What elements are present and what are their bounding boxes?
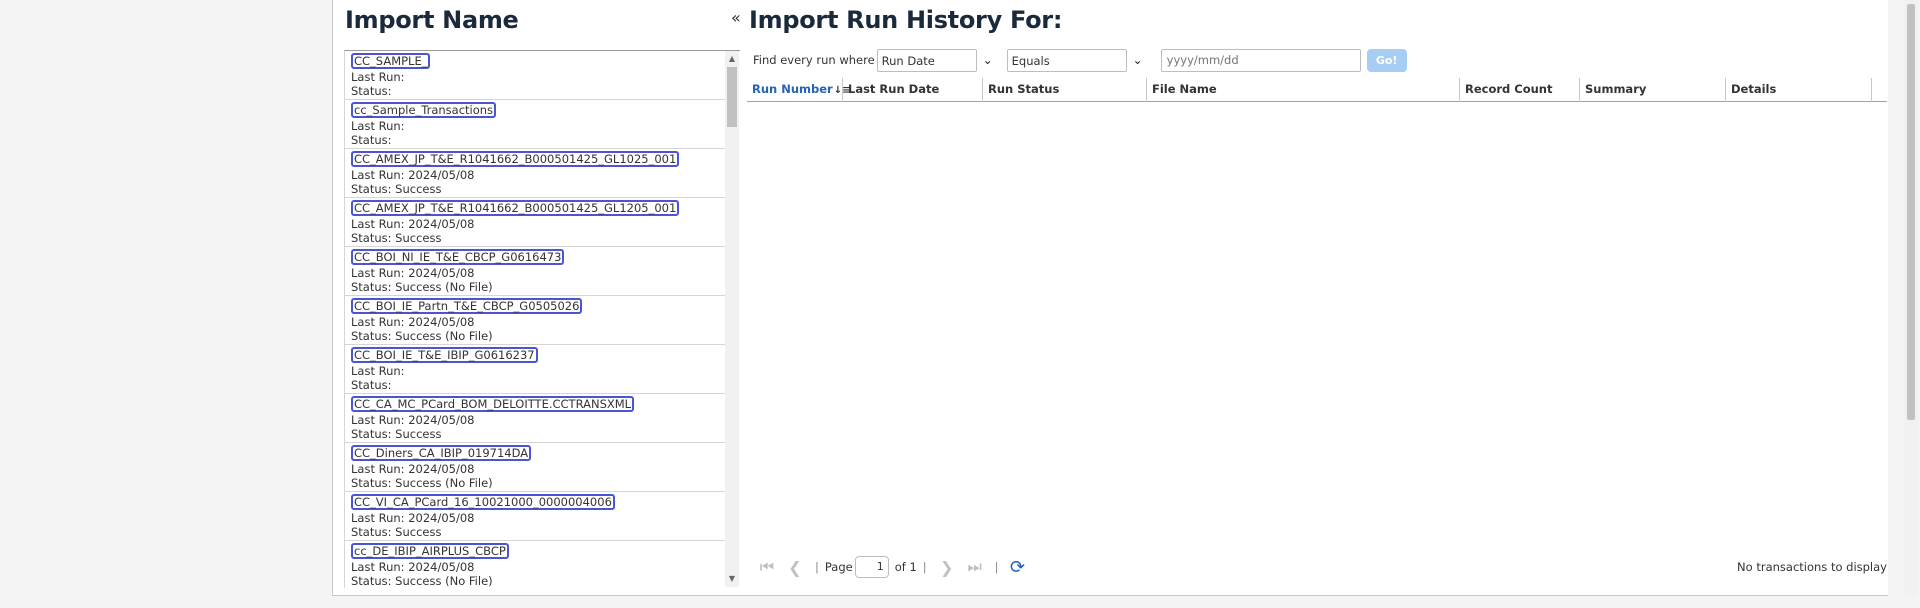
import-list-item[interactable]: CC_CA_MC_PCard_BOM_DELOITTE.CCTRANSXML La… — [345, 394, 725, 443]
import-name-title: Import Name — [345, 6, 519, 34]
scroll-thumb[interactable] — [727, 67, 737, 127]
import-name-link[interactable]: CC_AMEX_JP_T&E_R1041662_B000501425_GL102… — [351, 151, 680, 167]
import-list-item[interactable]: CC_AMEX_JP_T&E_R1041662_B000501425_GL120… — [345, 198, 725, 247]
import-list-item[interactable]: CC_VI_CA_PCard_16_10021000_0000004006 Las… — [345, 492, 725, 541]
col-summary[interactable]: Summary — [1580, 78, 1726, 102]
import-list-item[interactable]: CC_BOI_IE_T&E_IBIP_G0616237 Last Run: Stat… — [345, 345, 725, 394]
last-run-text: Last Run: — [351, 70, 405, 84]
last-run-text: Last Run: 2024/05/08 — [351, 560, 475, 574]
page-scrollbar[interactable] — [1904, 0, 1918, 596]
import-list-item[interactable]: CC_Diners_CA_IBIP_019714DA Last Run: 2024… — [345, 443, 725, 492]
date-input[interactable] — [1160, 48, 1361, 72]
last-run-text: Last Run: 2024/05/08 — [351, 511, 475, 525]
collapse-panel-icon[interactable]: « — [731, 8, 741, 27]
empty-grid-message: No transactions to display — [1737, 560, 1887, 574]
status-text: Status: Success (No File) — [351, 329, 493, 343]
last-run-text: Last Run: 2024/05/08 — [351, 413, 475, 427]
col-file-name[interactable]: File Name — [1147, 78, 1460, 102]
filter-operator-value: Equals — [1011, 53, 1050, 68]
last-run-text: Last Run: 2024/05/08 — [351, 168, 475, 182]
last-run-text: Last Run: 2024/05/08 — [351, 217, 475, 231]
page-scroll-thumb[interactable] — [1907, 4, 1915, 420]
previous-page-icon[interactable]: ❮ — [781, 558, 809, 577]
last-run-text: Last Run: 2024/05/08 — [351, 315, 475, 329]
grid-body — [747, 102, 1887, 542]
pager-divider: | — [815, 560, 819, 574]
filter-field-value: Run Date — [881, 53, 935, 68]
scroll-up-arrow-icon[interactable]: ▲ — [725, 53, 739, 65]
filter-bar: Find every run where Run Date ⌄ Equals ⌄… — [753, 48, 1407, 72]
status-text: Status: Success (No File) — [351, 574, 493, 588]
import-name-link[interactable]: CC_BOI_NI_IE_T&E_CBCP_G0616473 — [351, 249, 565, 265]
next-page-icon[interactable]: ❯ — [933, 558, 961, 577]
import-name-link[interactable]: CC_AMEX_JP_T&E_R1041662_B000501425_GL120… — [351, 200, 680, 216]
import-name-link[interactable]: CC_VI_CA_PCard_16_10021000_0000004006 — [351, 494, 615, 510]
last-page-icon[interactable]: ⏭ — [961, 557, 989, 577]
import-list-item[interactable]: CC_BOI_IE_Partn_T&E_CBCP_G0505026 Last Ru… — [345, 296, 725, 345]
status-text: Status: Success — [351, 182, 442, 196]
import-manager-window: Import Name « CC_SAMPLE_ Last Run: Status:… — [332, 0, 1888, 596]
import-list-item[interactable]: cc_Sample_Transactions Last Run: Status: — [345, 100, 725, 149]
import-name-link[interactable]: cc_Sample_Transactions — [351, 102, 497, 118]
status-text: Status: Success — [351, 525, 442, 539]
filter-label: Find every run where — [753, 53, 875, 67]
import-list-item[interactable]: CC_SAMPLE_ Last Run: Status: — [345, 51, 725, 100]
col-run-number-label: Run Number — [752, 82, 833, 96]
status-text: Status: Success (No File) — [351, 476, 493, 490]
col-last-run-date[interactable]: Last Run Date — [843, 78, 983, 102]
import-list-items: CC_SAMPLE_ Last Run: Status: cc_Sample_Tran… — [345, 51, 725, 588]
status-text: Status: Success (No File) — [351, 280, 493, 294]
import-name-link[interactable]: CC_Diners_CA_IBIP_019714DA — [351, 445, 532, 461]
chevron-down-icon[interactable]: ⌄ — [1129, 53, 1147, 67]
status-text: Status: Success — [351, 231, 442, 245]
pager: ⏮ ❮ | Page 1 of 1 | ❯ ⏭ | ⟳ — [753, 554, 1031, 580]
page-of-label: of 1 — [894, 560, 917, 574]
filter-field-select[interactable]: Run Date — [876, 48, 977, 72]
scroll-down-arrow-icon[interactable]: ▼ — [725, 573, 739, 585]
status-text: Status: — [351, 133, 392, 147]
run-history-title: Import Run History For: — [749, 6, 1063, 34]
col-record-count[interactable]: Record Count — [1460, 78, 1580, 102]
pager-divider: | — [994, 560, 999, 574]
last-run-text: Last Run: 2024/05/08 — [351, 462, 475, 476]
col-details[interactable]: Details — [1726, 78, 1872, 102]
pager-divider: | — [922, 560, 927, 574]
col-run-status[interactable]: Run Status — [983, 78, 1147, 102]
import-list-item[interactable]: CC_AMEX_JP_T&E_R1041662_B000501425_GL102… — [345, 149, 725, 198]
import-name-link[interactable]: CC_BOI_IE_T&E_IBIP_G0616237 — [351, 347, 538, 363]
import-name-link[interactable]: cc_DE_IBIP_AIRPLUS_CBCP — [351, 543, 509, 559]
page-number-input[interactable]: 1 — [854, 556, 889, 578]
refresh-icon[interactable]: ⟳ — [1005, 557, 1031, 578]
chevron-down-icon[interactable]: ⌄ — [979, 53, 997, 67]
run-history-panel: Import Run History For: Find every run w… — [747, 0, 1887, 596]
last-run-text: Last Run: — [351, 119, 405, 133]
import-name-link[interactable]: CC_BOI_IE_Partn_T&E_CBCP_G0505026 — [351, 298, 583, 314]
import-list-scrollbar[interactable]: ▲ ▼ — [725, 51, 739, 587]
last-run-text: Last Run: — [351, 364, 405, 378]
import-list: CC_SAMPLE_ Last Run: Status: cc_Sample_Tran… — [344, 50, 740, 588]
status-text: Status: — [351, 84, 392, 98]
import-name-panel: Import Name « CC_SAMPLE_ Last Run: Status:… — [343, 0, 741, 596]
col-run-number[interactable]: Run Number↓≡ — [747, 78, 851, 102]
first-page-icon[interactable]: ⏮ — [753, 557, 781, 577]
grid-header: Run Number↓≡ Last Run Date Run Status Fi… — [747, 78, 1887, 102]
page-label: Page — [824, 560, 853, 574]
import-list-item[interactable]: CC_BOI_NI_IE_T&E_CBCP_G0616473 Last Run: … — [345, 247, 725, 296]
status-text: Status: Success — [351, 427, 442, 441]
status-text: Status: — [351, 378, 392, 392]
go-button[interactable]: Go! — [1366, 48, 1407, 72]
filter-operator-select[interactable]: Equals — [1006, 48, 1127, 72]
import-name-link[interactable]: CC_SAMPLE_ — [351, 53, 431, 69]
import-list-item[interactable]: cc_DE_IBIP_AIRPLUS_CBCP Last Run: 2024/05… — [345, 541, 725, 588]
import-name-link[interactable]: CC_CA_MC_PCard_BOM_DELOITTE.CCTRANSXML — [351, 396, 635, 412]
last-run-text: Last Run: 2024/05/08 — [351, 266, 475, 280]
